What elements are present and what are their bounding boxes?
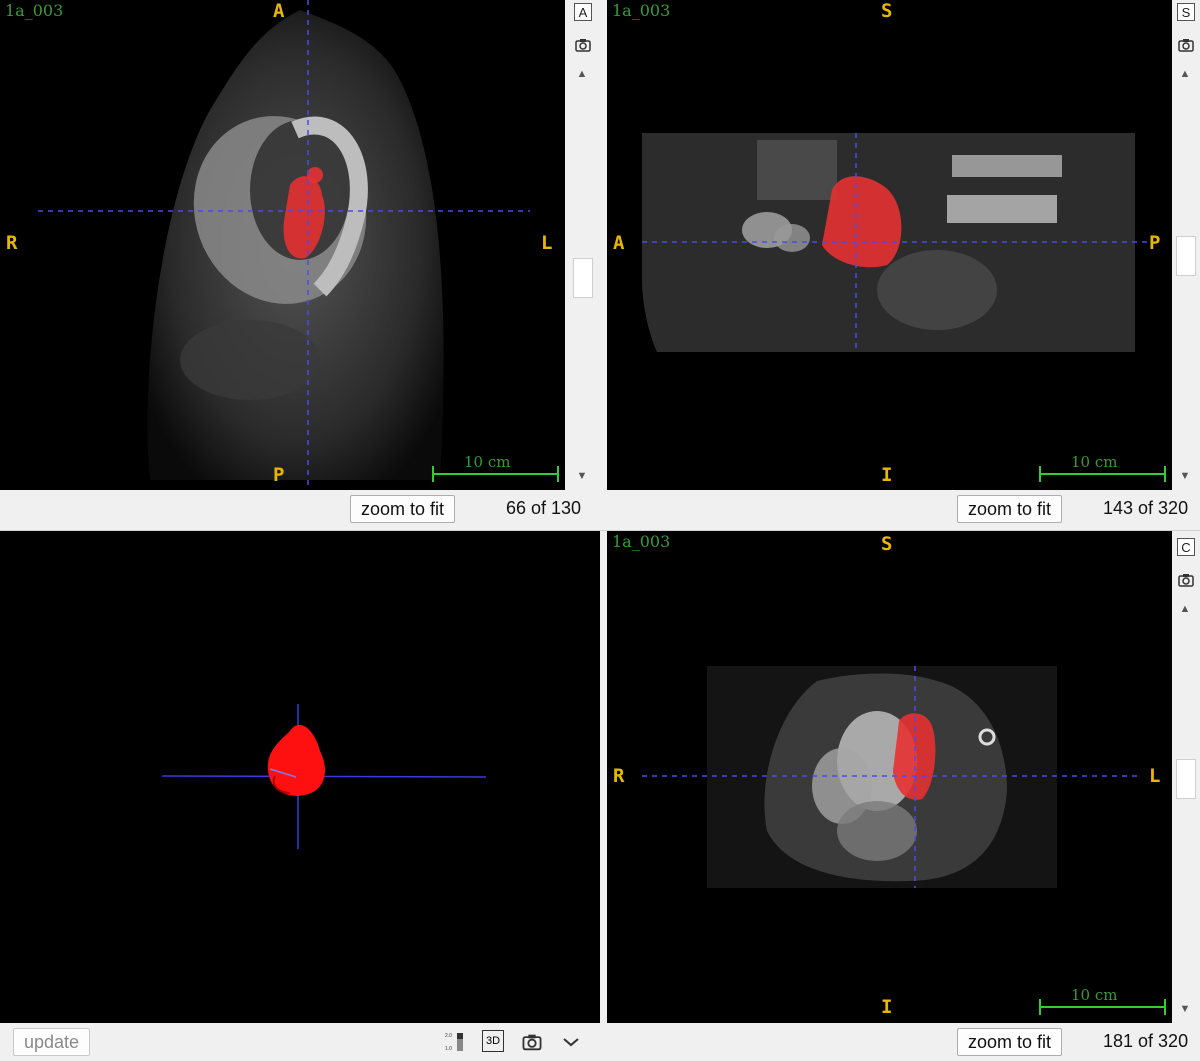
horizontal-divider[interactable]	[0, 530, 1200, 531]
sagittal-image	[642, 133, 1166, 482]
coronal-view[interactable]: 1a_003 S I R L 10 cm	[607, 531, 1172, 1023]
scroll-thumb[interactable]	[1176, 759, 1196, 799]
view-orientation-button[interactable]: A	[574, 3, 592, 21]
3d-render-view[interactable]	[0, 531, 600, 1023]
axial-image	[38, 0, 559, 490]
image-name-label: 1a_003	[612, 1, 671, 20]
camera-icon[interactable]	[574, 36, 592, 54]
image-name-label: 1a_003	[612, 532, 671, 551]
slice-scrollbar[interactable]: ▲ ▼	[1174, 64, 1196, 490]
orientation-right: L	[1149, 765, 1161, 787]
camera-icon[interactable]	[1177, 36, 1195, 54]
slice-indicator: 66 of 130	[506, 498, 582, 518]
3d-render-image	[161, 704, 487, 849]
axial-sidebar: A ▲ ▼	[569, 0, 597, 490]
sagittal-view[interactable]: 1a_003 S I A P 10 cm	[607, 0, 1172, 490]
axial-view[interactable]: 1a_003 A P R L 10 cm	[0, 0, 565, 490]
sagittal-bottom-bar: zoom to fit 143 of 320	[600, 490, 1200, 530]
slice-indicator: 143 of 320	[1103, 498, 1189, 518]
axial-bottom-bar: zoom to fit 66 of 130	[0, 490, 600, 530]
3d-bottom-bar: update 2.0 1.0 3D	[0, 1023, 600, 1061]
sagittal-sidebar: S ▲ ▼	[1172, 0, 1200, 490]
coronal-sidebar: C ▲ ▼	[1172, 531, 1200, 1023]
colorbar-icon[interactable]: 2.0 1.0	[444, 1031, 466, 1053]
scale-label: 10 cm	[1071, 453, 1118, 471]
scroll-down-arrow[interactable]: ▼	[1178, 470, 1192, 482]
coronal-bottom-bar: zoom to fit 181 of 320	[600, 1023, 1200, 1061]
orientation-left: R	[613, 765, 625, 787]
zoom-to-fit-button[interactable]: zoom to fit	[350, 495, 456, 523]
slice-scrollbar[interactable]: ▲ ▼	[1174, 599, 1196, 1023]
scale-label: 10 cm	[1071, 986, 1118, 1004]
slice-scrollbar[interactable]: ▲ ▼	[571, 64, 593, 490]
orientation-right: P	[1149, 232, 1161, 254]
view-orientation-button[interactable]: C	[1177, 538, 1195, 556]
scroll-thumb[interactable]	[1176, 236, 1196, 276]
scroll-down-arrow[interactable]: ▼	[1178, 1003, 1192, 1015]
colorbar-tick-top: 2.0	[445, 1033, 452, 1039]
slice-indicator: 181 of 320	[1103, 1031, 1189, 1051]
zoom-to-fit-button[interactable]: zoom to fit	[957, 495, 1063, 523]
orientation-bottom: P	[273, 464, 285, 486]
camera-icon[interactable]	[521, 1031, 543, 1053]
segmentation-overlay	[893, 713, 936, 800]
orientation-top: S	[881, 533, 893, 555]
scroll-up-arrow[interactable]: ▲	[1178, 68, 1192, 80]
chevron-down-icon[interactable]	[560, 1031, 582, 1053]
scale-label: 10 cm	[464, 453, 511, 471]
scroll-up-arrow[interactable]: ▲	[575, 68, 589, 80]
coronal-image	[642, 666, 1166, 1015]
orientation-bottom: I	[881, 464, 893, 486]
image-name-label: 1a_003	[5, 1, 64, 20]
scroll-up-arrow[interactable]: ▲	[1178, 603, 1192, 615]
view-orientation-button[interactable]: S	[1177, 3, 1195, 21]
scroll-thumb[interactable]	[573, 258, 593, 298]
camera-icon[interactable]	[1177, 571, 1195, 589]
colorbar-tick-bottom: 1.0	[445, 1046, 452, 1052]
orientation-left: R	[6, 232, 18, 254]
scroll-down-arrow[interactable]: ▼	[575, 470, 589, 482]
3d-segmentation-mesh	[267, 724, 325, 796]
orientation-top: S	[881, 0, 893, 22]
zoom-to-fit-button[interactable]: zoom to fit	[957, 1028, 1063, 1056]
orientation-left: A	[613, 232, 625, 254]
orientation-right: L	[541, 232, 553, 254]
3d-icon[interactable]: 3D	[482, 1030, 504, 1052]
update-button[interactable]: update	[13, 1028, 91, 1056]
orientation-bottom: I	[881, 996, 893, 1018]
orientation-top: A	[273, 0, 285, 22]
